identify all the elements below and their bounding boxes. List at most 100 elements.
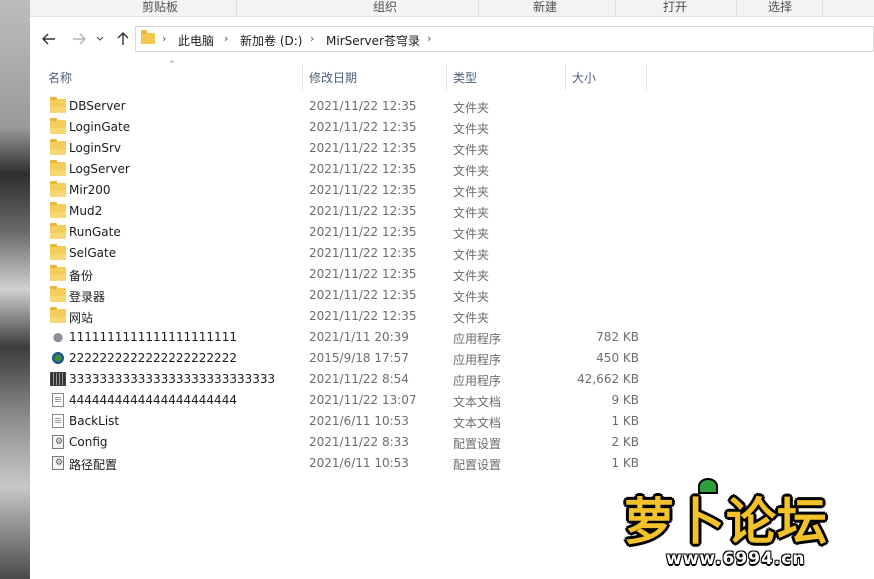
file-name: 4444444444444444444444: [69, 393, 237, 407]
file-row[interactable]: 4444444444444444444444 2021/11/22 13:07 文本…: [30, 390, 874, 411]
forward-arrow-icon[interactable]: [70, 30, 88, 48]
file-row[interactable]: DBServer 2021/11/22 12:35 文件夹: [30, 96, 874, 117]
file-row[interactable]: Config 2021/11/22 8:33 配置设置 2 KB: [30, 432, 874, 453]
file-row[interactable]: LogServer 2021/11/22 12:35 文件夹: [30, 159, 874, 180]
config-icon: [52, 435, 64, 449]
ribbon-group-organize: 组织: [372, 0, 397, 14]
file-type: 配置设置: [453, 458, 502, 472]
navigation-bar: › 此电脑 › 新加卷 (D:) › MirServer苍穹录 ›: [30, 22, 874, 58]
file-row[interactable]: SelGate 2021/11/22 12:35 文件夹: [30, 243, 874, 264]
file-size: 1 KB: [611, 414, 639, 428]
file-name: 登录器: [69, 290, 106, 304]
file-name: RunGate: [69, 225, 121, 239]
file-type: 文件夹: [453, 143, 490, 157]
folder-icon: [50, 181, 66, 197]
breadcrumb-mirserver[interactable]: MirServer苍穹录: [326, 32, 420, 49]
file-type: 应用程序: [453, 353, 502, 367]
file-date-modified: 2021/11/22 12:35: [309, 246, 417, 260]
file-date-modified: 2021/11/22 12:35: [309, 162, 417, 176]
file-row[interactable]: LoginSrv 2021/11/22 12:35 文件夹: [30, 138, 874, 159]
ribbon-group-select: 选择: [767, 0, 792, 14]
file-type: 文件夹: [453, 185, 490, 199]
file-name: Mud2: [69, 204, 103, 218]
file-size: 2 KB: [611, 435, 639, 449]
folder-icon: [50, 244, 66, 260]
file-date-modified: 2021/11/22 12:35: [309, 183, 417, 197]
column-header: ⌃ 名称 修改日期 类型 大小: [30, 60, 874, 90]
file-name: 路径配置: [69, 458, 118, 472]
breadcrumb-drive-d[interactable]: 新加卷 (D:): [240, 32, 302, 49]
file-row[interactable]: BackList 2021/6/11 10:53 文本文档 1 KB: [30, 411, 874, 432]
address-bar[interactable]: › 此电脑 › 新加卷 (D:) › MirServer苍穹录 ›: [135, 26, 874, 52]
recent-locations-chevron-down-icon[interactable]: [94, 30, 106, 48]
leaf-icon: [698, 478, 718, 494]
file-row[interactable]: 1111111111111111111111 2021/1/11 20:39 应用程…: [30, 327, 874, 348]
file-date-modified: 2021/11/22 12:35: [309, 288, 417, 302]
file-row[interactable]: 备份 2021/11/22 12:35 文件夹: [30, 264, 874, 285]
file-name: LoginSrv: [69, 141, 122, 155]
file-name: 1111111111111111111111: [69, 330, 237, 344]
watermark-title: 萝卜论坛: [624, 493, 828, 551]
column-date-modified[interactable]: 修改日期: [309, 69, 357, 86]
file-row[interactable]: 网站 2021/11/22 12:35 文件夹: [30, 306, 874, 327]
folder-icon: [50, 139, 66, 155]
ribbon-group-open: 打开: [662, 0, 687, 14]
up-arrow-icon[interactable]: [114, 30, 132, 48]
file-name: 333333333333333333333333333: [69, 372, 276, 386]
file-row[interactable]: RunGate 2021/11/22 12:35 文件夹: [30, 222, 874, 243]
file-row[interactable]: 路径配置 2021/6/11 10:53 配置设置 1 KB: [30, 453, 874, 474]
file-type: 文件夹: [453, 311, 490, 325]
file-row[interactable]: 2222222222222222222222 2015/9/18 17:57 应用程…: [30, 348, 874, 369]
ribbon-group-clipboard: 剪贴板: [141, 0, 178, 14]
back-arrow-icon[interactable]: [40, 30, 58, 48]
column-type[interactable]: 类型: [453, 69, 477, 86]
file-date-modified: 2021/11/22 12:35: [309, 99, 417, 113]
column-name[interactable]: 名称: [48, 69, 72, 86]
file-size: 1 KB: [611, 456, 639, 470]
file-date-modified: 2021/11/22 12:35: [309, 309, 417, 323]
file-name: Config: [69, 435, 108, 449]
chevron-right-icon[interactable]: ›: [162, 32, 166, 45]
file-row[interactable]: 333333333333333333333333333 2021/11/22 8:…: [30, 369, 874, 390]
file-row[interactable]: Mud2 2021/11/22 12:35 文件夹: [30, 201, 874, 222]
file-size: 9 KB: [611, 393, 639, 407]
file-date-modified: 2021/11/22 12:35: [309, 204, 417, 218]
folder-icon: [50, 307, 66, 323]
file-type: 文件夹: [453, 164, 490, 178]
app-icon-1: [50, 330, 66, 344]
file-size: 782 KB: [596, 330, 639, 344]
breadcrumb-this-pc[interactable]: 此电脑: [178, 32, 214, 49]
file-type: 文件夹: [453, 227, 490, 241]
ribbon-group-labels: 剪贴板 组织 新建 打开 选择: [30, 0, 874, 17]
folder-icon: [50, 265, 66, 281]
file-type: 文件夹: [453, 101, 490, 115]
file-name: BackList: [69, 414, 120, 428]
text-doc-icon: [52, 414, 64, 428]
file-type: 应用程序: [453, 332, 502, 346]
file-name: LogServer: [69, 162, 130, 176]
file-row[interactable]: 登录器 2021/11/22 12:35 文件夹: [30, 285, 874, 306]
file-size: 450 KB: [596, 351, 639, 365]
file-date-modified: 2021/11/22 8:54: [309, 372, 409, 386]
column-size[interactable]: 大小: [572, 69, 596, 86]
chevron-right-icon[interactable]: ›: [427, 32, 431, 45]
sort-up-icon: ⌃: [168, 60, 176, 70]
file-name: Mir200: [69, 183, 111, 197]
file-size: 42,662 KB: [577, 372, 639, 386]
folder-icon: [50, 160, 66, 176]
file-type: 文件夹: [453, 269, 490, 283]
file-type: 文件夹: [453, 290, 490, 304]
file-row[interactable]: Mir200 2021/11/22 12:35 文件夹: [30, 180, 874, 201]
file-date-modified: 2021/11/22 12:35: [309, 141, 417, 155]
chevron-right-icon[interactable]: ›: [224, 32, 228, 45]
ribbon-group-new: 新建: [532, 0, 557, 14]
folder-icon: [50, 202, 66, 218]
chevron-right-icon[interactable]: ›: [310, 32, 314, 45]
folder-icon: [141, 30, 155, 44]
file-type: 文件夹: [453, 206, 490, 220]
file-name: 2222222222222222222222: [69, 351, 237, 365]
file-date-modified: 2021/11/22 13:07: [309, 393, 417, 407]
file-type: 配置设置: [453, 437, 502, 451]
file-list: DBServer 2021/11/22 12:35 文件夹 LoginGate 2021…: [30, 96, 874, 474]
file-row[interactable]: LoginGate 2021/11/22 12:35 文件夹: [30, 117, 874, 138]
